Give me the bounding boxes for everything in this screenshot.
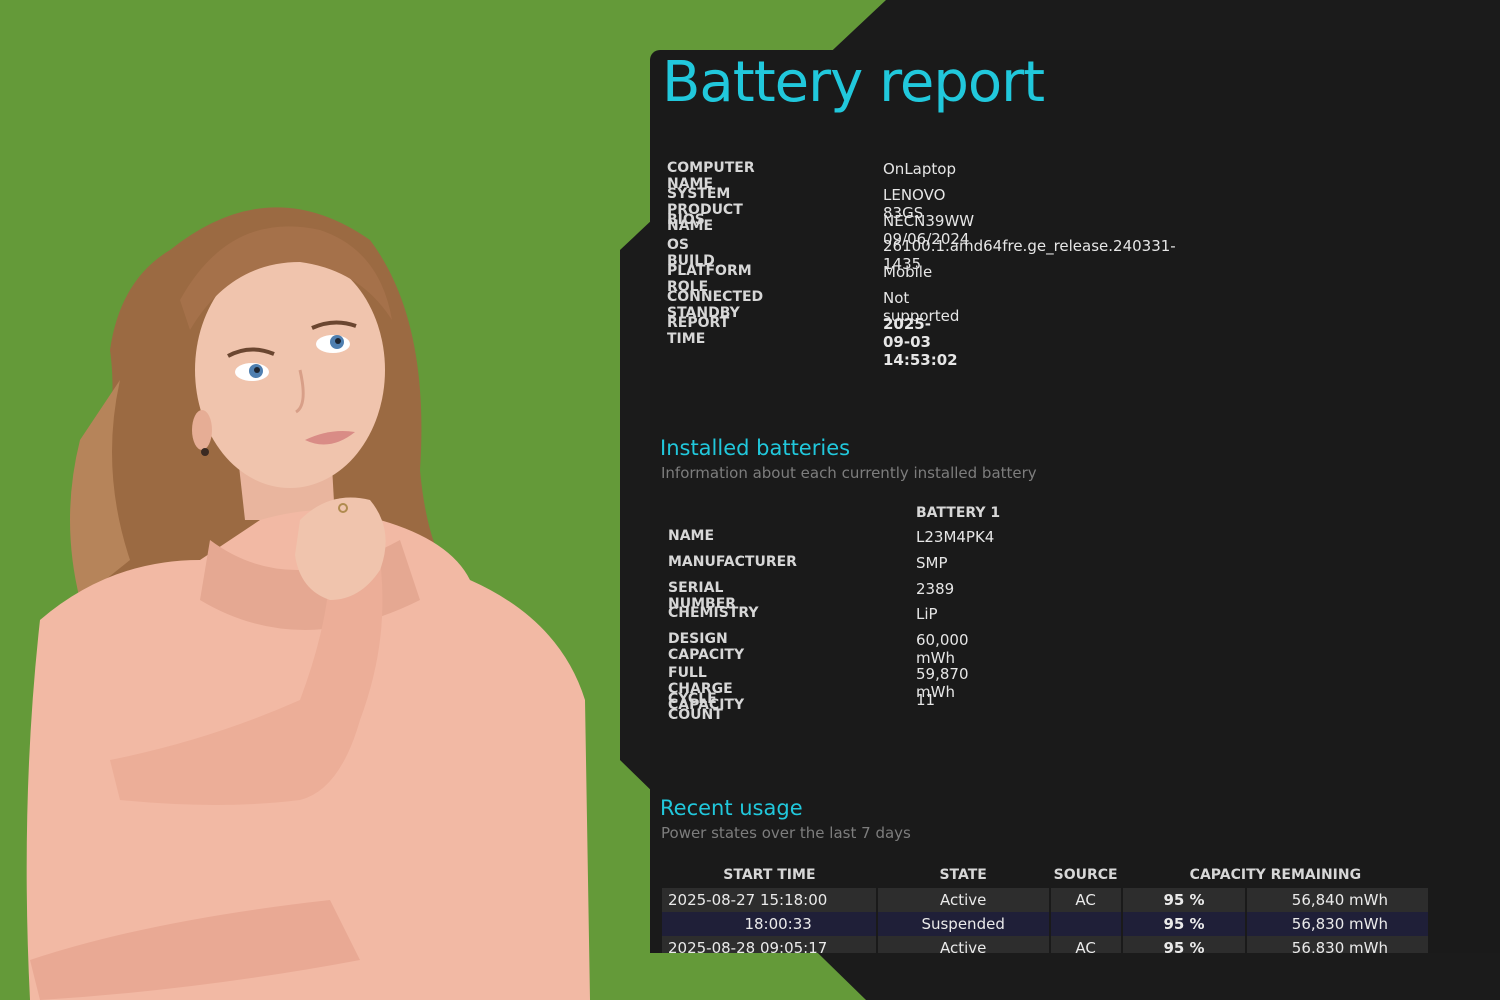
cell-source: AC bbox=[1049, 936, 1123, 953]
cell-start-time: 2025-08-27 15:18:00 bbox=[662, 888, 878, 912]
recent-usage-subheading: Power states over the last 7 days bbox=[661, 824, 911, 842]
battery-label: DESIGN CAPACITY bbox=[668, 631, 745, 664]
table-row: 2025-08-27 15:18:00 Active AC 95 % 56,84… bbox=[662, 888, 1430, 912]
battery-value: 2389 bbox=[916, 579, 955, 598]
installed-batteries-heading: Installed batteries bbox=[660, 436, 851, 460]
battery-value: SMP bbox=[916, 553, 948, 572]
table-row: 18:00:33 Suspended 95 % 56,830 mWh bbox=[662, 912, 1430, 936]
cell-capacity-percent: 95 % bbox=[1121, 912, 1248, 936]
battery-value: 60,000 mWh bbox=[916, 631, 969, 668]
thinking-woman-photo bbox=[26, 207, 590, 1000]
column-header-capacity-remaining: CAPACITY REMAINING bbox=[1189, 867, 1362, 883]
cell-source: AC bbox=[1049, 888, 1123, 912]
column-header-start-time: START TIME bbox=[723, 867, 816, 883]
usage-header-row: START TIME STATE SOURCE CAPACITY REMAINI… bbox=[662, 862, 1429, 888]
cell-state: Suspended bbox=[876, 912, 1051, 936]
system-value: Mobile bbox=[883, 263, 933, 282]
battery-value: L23M4PK4 bbox=[916, 528, 995, 546]
recent-usage-heading: Recent usage bbox=[660, 796, 803, 820]
battery-value: 11 bbox=[916, 690, 936, 709]
installed-batteries-subheading: Information about each currently install… bbox=[661, 464, 1037, 482]
system-value: OnLaptop bbox=[883, 160, 956, 178]
battery-label: MANUFACTURER bbox=[668, 553, 797, 570]
cell-start-time: 2025-08-28 09:05:17 bbox=[662, 936, 878, 953]
cell-capacity-mwh: 56,840 mWh bbox=[1246, 888, 1430, 912]
column-header-state: STATE bbox=[939, 867, 987, 883]
battery-label: CYCLE COUNT bbox=[668, 690, 723, 723]
system-label: REPORT TIME bbox=[667, 314, 730, 347]
cell-start-time: 18:00:33 bbox=[662, 912, 878, 936]
cell-state: Active bbox=[876, 936, 1051, 953]
cell-capacity-percent: 95 % bbox=[1121, 936, 1248, 953]
cell-capacity-mwh: 56,830 mWh bbox=[1246, 912, 1430, 936]
cell-source bbox=[1049, 912, 1123, 936]
cell-state: Active bbox=[876, 888, 1051, 912]
recent-usage-table: START TIME STATE SOURCE CAPACITY REMAINI… bbox=[662, 862, 1430, 953]
cell-capacity-mwh: 56,830 mWh bbox=[1246, 936, 1430, 953]
report-time-value: 2025-09-03 14:53:02 bbox=[883, 314, 958, 369]
battery-label: NAME bbox=[668, 528, 715, 544]
column-header-source: SOURCE bbox=[1053, 867, 1118, 883]
battery-label: CHEMISTRY bbox=[668, 605, 759, 622]
report-title: Battery report bbox=[662, 50, 1045, 115]
cell-capacity-percent: 95 % bbox=[1121, 888, 1248, 912]
system-label: BIOS bbox=[667, 211, 705, 228]
table-row: 2025-08-28 09:05:17 Active AC 95 % 56,83… bbox=[662, 936, 1430, 953]
battery-report-panel: Battery report COMPUTER NAME OnLaptop SYS… bbox=[650, 50, 1500, 953]
battery-value: LiP bbox=[916, 605, 938, 624]
battery-column-header: BATTERY 1 bbox=[916, 505, 1001, 521]
